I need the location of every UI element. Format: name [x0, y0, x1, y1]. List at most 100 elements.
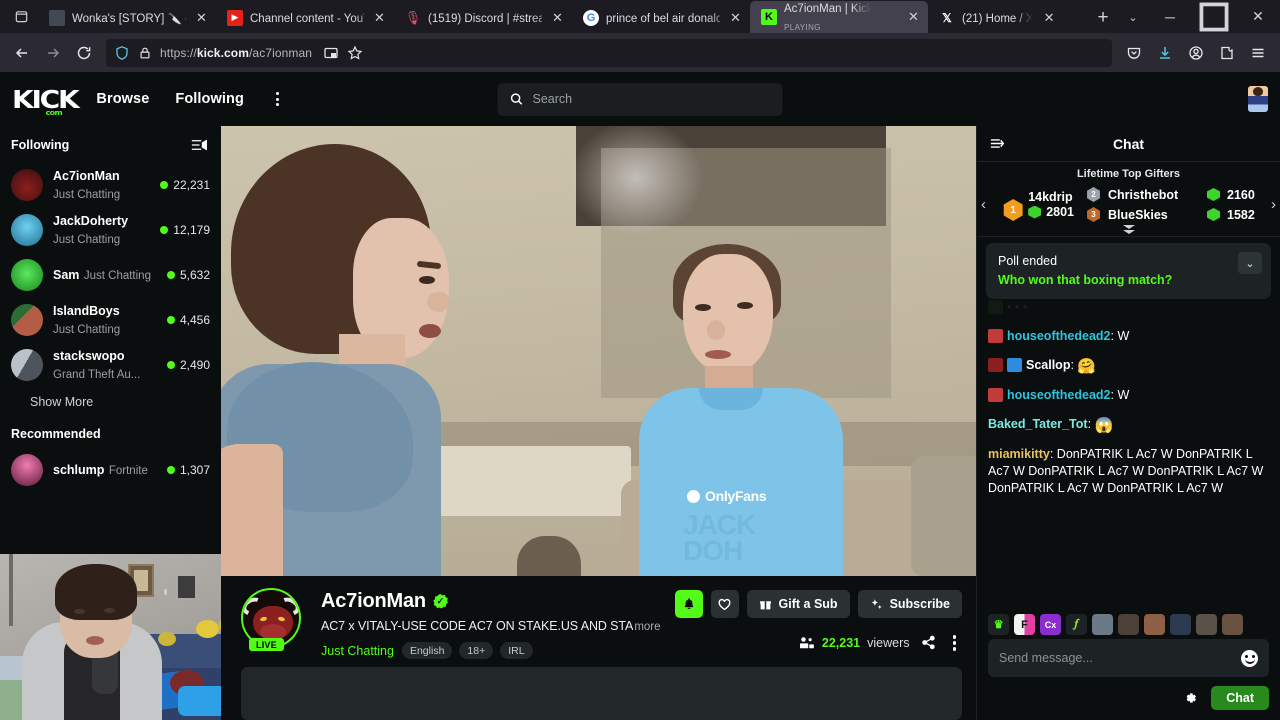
tab-title: Wonka's [STORY] 🔪 - R... [72, 12, 186, 25]
bookmark-star-icon[interactable] [344, 42, 366, 64]
gifters-next-icon[interactable]: › [1271, 196, 1276, 213]
minimize-button[interactable]: ─ [1148, 0, 1192, 33]
close-icon[interactable]: ✕ [193, 9, 210, 26]
google-icon: G [583, 9, 599, 26]
send-chat-button[interactable]: Chat [1211, 686, 1269, 710]
stream-stats: 22,231 viewers [799, 631, 962, 655]
maximize-button[interactable] [1192, 0, 1236, 33]
message-username[interactable]: houseofthedead2 [1007, 329, 1111, 343]
emote-cx-icon[interactable]: Cx [1040, 614, 1061, 635]
close-icon[interactable]: ✕ [1041, 9, 1058, 26]
gifters-prev-icon[interactable]: ‹ [981, 196, 986, 213]
reload-icon[interactable] [69, 38, 99, 68]
chat-panel: Chat Lifetime Top Gifters ‹ › 1 14kdrip … [976, 126, 1280, 720]
emote-face2-icon[interactable] [1118, 614, 1139, 635]
emote-face3-icon[interactable] [1144, 614, 1165, 635]
emote-crown-icon[interactable]: ♛ [988, 614, 1009, 635]
notification-bell-button[interactable] [674, 590, 703, 618]
chat-messages-area[interactable]: Poll ended Who won that boxing match? ⌄ … [977, 237, 1280, 608]
hamburger-menu-icon[interactable] [1243, 38, 1273, 68]
message-username[interactable]: miamikitty [988, 447, 1050, 461]
tab-kick-active[interactable]: K Ac7ionMan | Kick PLAYING ✕ [750, 1, 928, 33]
chevron-down-icon[interactable]: ⌄ [1238, 252, 1262, 274]
gift-a-sub-button[interactable]: Gift a Sub [746, 590, 850, 618]
emote-figure-icon[interactable]: 𝆑 [1066, 614, 1087, 635]
downloads-icon[interactable] [1150, 38, 1180, 68]
sidebar-item-sam[interactable]: Sam Just Chatting 5,632 [0, 252, 221, 297]
pocket-icon[interactable] [1119, 38, 1149, 68]
favorite-heart-button[interactable] [710, 590, 739, 618]
forward-icon[interactable] [38, 38, 68, 68]
emote-face4-icon[interactable] [1170, 614, 1191, 635]
emote-face6-icon[interactable] [1222, 614, 1243, 635]
nav-browse[interactable]: Browse [96, 91, 149, 107]
sidebar-item-islandboys[interactable]: IslandBoys Just Chatting 4,456 [0, 297, 221, 342]
kick-logo[interactable]: KICK com [12, 85, 80, 117]
chat-input-placeholder: Send message... [999, 651, 1093, 665]
tab-youtube[interactable]: ▶ Channel content - YouTu... ✕ [216, 2, 394, 33]
close-window-button[interactable]: ✕ [1236, 0, 1280, 33]
show-more-button[interactable]: Show More [0, 387, 221, 417]
collapse-gifters-icon[interactable] [977, 225, 1280, 234]
avatar [11, 303, 43, 336]
tab-google[interactable]: G prince of bel air donald t... ✕ [572, 2, 750, 33]
gifter-rank-3[interactable]: 3 BlueSkies 1582 [1086, 207, 1255, 222]
more-menu-icon[interactable] [270, 86, 285, 112]
tab-roblox[interactable]: Wonka's [STORY] 🔪 - R... ✕ [38, 2, 216, 33]
tabs-container: Wonka's [STORY] 🔪 - R... ✕ ▶ Channel con… [38, 0, 1088, 33]
tab-list-icon[interactable] [4, 0, 38, 33]
tab-discord[interactable]: 🎙 (1519) Discord | #stream... ✕ [394, 2, 572, 33]
collapse-sidebar-icon[interactable] [191, 138, 208, 152]
avatar [11, 453, 43, 486]
tab-x[interactable]: 𝕏 (21) Home / X ✕ [928, 2, 1064, 33]
page-title[interactable]: Ac7ionMan [321, 590, 426, 613]
live-viewers: 2,490 [166, 358, 210, 372]
emote-face1-icon[interactable] [1092, 614, 1113, 635]
address-bar[interactable]: https://kick.com/ac7ionman [106, 38, 1112, 67]
user-avatar[interactable] [1248, 86, 1268, 112]
gifters-heading: Lifetime Top Gifters [1076, 168, 1181, 180]
below-stream-panel [241, 667, 962, 720]
tab-title: (21) Home / X [962, 12, 1034, 25]
chevron-down-icon[interactable]: ⌄ [1118, 2, 1148, 33]
tag-english[interactable]: English [401, 642, 453, 659]
video-player[interactable]: JACK DOH OnlyFans [221, 126, 976, 576]
sidebar-item-jackdoherty[interactable]: JackDoherty Just Chatting 12,179 [0, 207, 221, 252]
chat-input[interactable]: Send message... [988, 639, 1269, 677]
emoji-picker-icon[interactable] [1241, 649, 1258, 667]
close-icon[interactable]: ✕ [727, 9, 744, 26]
picture-in-picture-icon[interactable] [320, 42, 342, 64]
tag-irl[interactable]: IRL [500, 642, 533, 659]
tag-mature[interactable]: 18+ [459, 642, 494, 659]
category-link[interactable]: Just Chatting [321, 644, 394, 658]
emote-face5-icon[interactable] [1196, 614, 1217, 635]
back-icon[interactable] [7, 38, 37, 68]
gear-icon[interactable] [1182, 690, 1198, 706]
close-icon[interactable]: ✕ [549, 9, 566, 26]
subscribe-button[interactable]: Subscribe [857, 590, 962, 618]
emote-f-icon[interactable]: F [1014, 614, 1035, 635]
stream-more-options-icon[interactable] [947, 631, 963, 655]
url-text: https://kick.com/ac7ionman [160, 45, 313, 60]
sidebar-item-stackswopo[interactable]: stackswopo Grand Theft Au... 2,490 [0, 342, 221, 387]
close-icon[interactable]: ✕ [371, 9, 388, 26]
share-icon[interactable] [921, 635, 936, 650]
poll-card[interactable]: Poll ended Who won that boxing match? ⌄ [986, 243, 1271, 299]
message-username[interactable]: Baked_Tater_Tot [988, 417, 1088, 431]
account-icon[interactable] [1181, 38, 1211, 68]
sidebar-header: Following [0, 126, 221, 162]
lock-icon[interactable] [138, 45, 152, 61]
shield-icon[interactable] [114, 45, 130, 61]
gifter-rank-1[interactable]: 1 14kdrip 2801 [1002, 190, 1074, 221]
search-input[interactable]: Search [497, 82, 783, 116]
extensions-icon[interactable] [1212, 38, 1242, 68]
more-link[interactable]: more [634, 621, 660, 633]
close-icon[interactable]: ✕ [905, 9, 922, 26]
message-username[interactable]: Scallop [1026, 358, 1070, 372]
sidebar-item-schlump[interactable]: schlump Fortnite 1,307 [0, 447, 221, 492]
nav-following[interactable]: Following [175, 91, 244, 107]
sidebar-item-ac7ionman[interactable]: Ac7ionMan Just Chatting 22,231 [0, 162, 221, 207]
message-username[interactable]: houseofthedead2 [1007, 388, 1111, 402]
gifter-rank-2[interactable]: 2 Christhebot 2160 [1086, 187, 1255, 202]
new-tab-button[interactable]: + [1088, 2, 1118, 33]
